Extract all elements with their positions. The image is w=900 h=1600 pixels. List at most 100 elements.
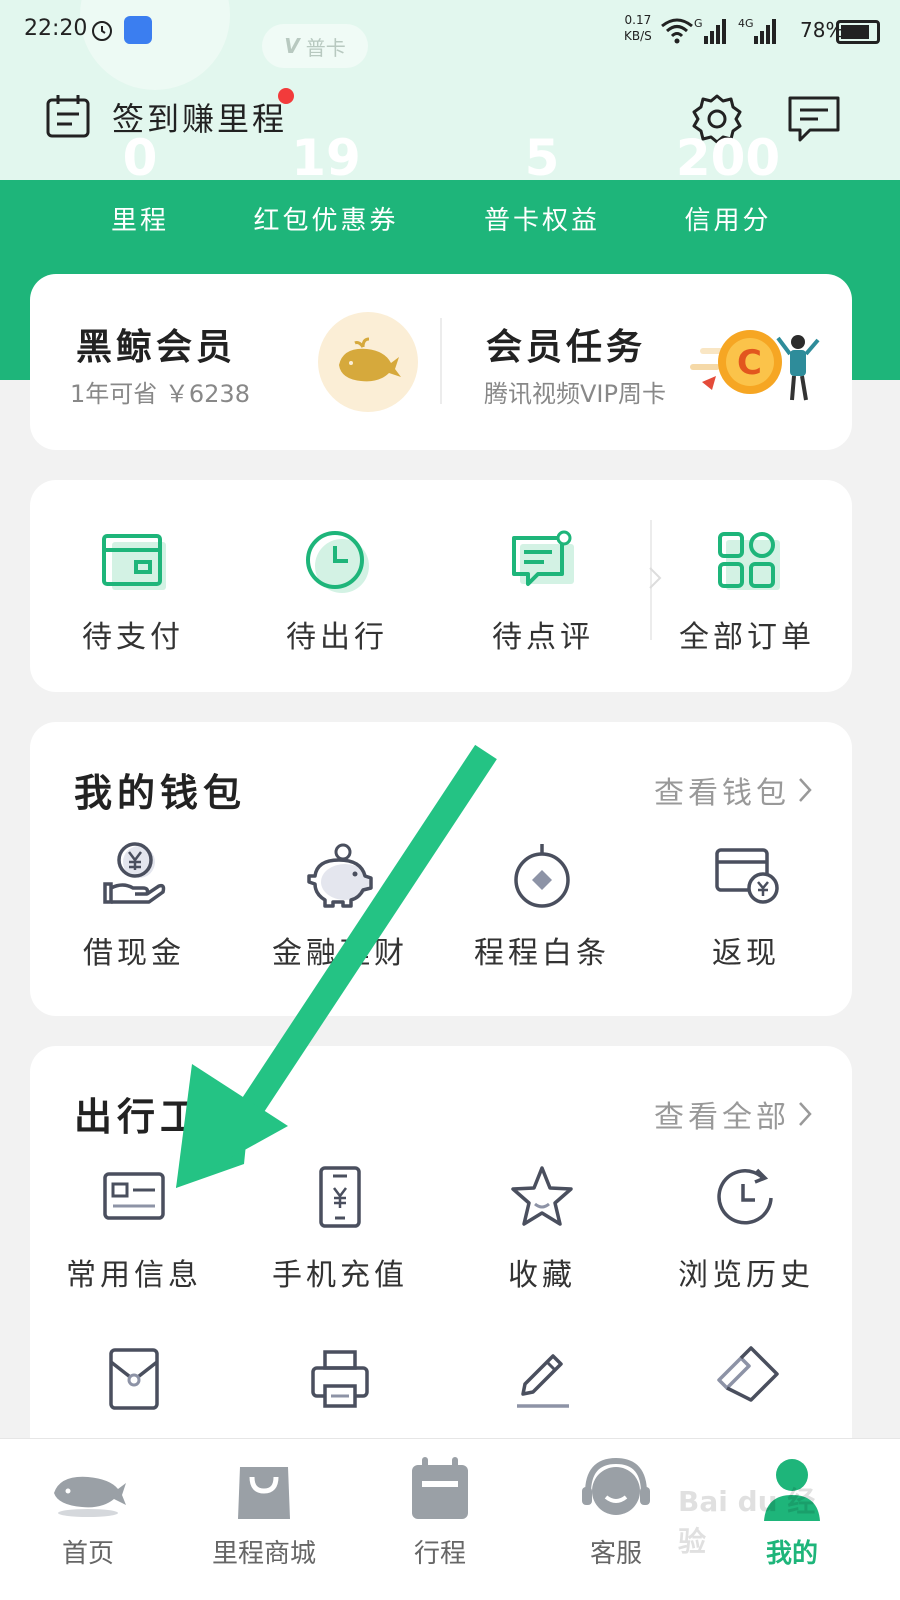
divider — [440, 318, 442, 404]
signal-icon: G — [694, 17, 726, 44]
tool-item-label: 常用信息 — [66, 1258, 202, 1293]
printer-icon — [311, 1350, 369, 1408]
battery-icon — [836, 20, 880, 44]
view-all-label: 查看全部 — [654, 1100, 790, 1135]
stat-value: 0 — [122, 129, 158, 187]
clock-icon — [306, 531, 369, 593]
order-label: 待支付 — [82, 620, 184, 655]
calendar-icon — [412, 1457, 468, 1519]
headset-icon — [582, 1457, 650, 1515]
wallet-item-label: 金融理财 — [272, 936, 408, 971]
stat-label: 红包优惠券 — [253, 206, 399, 236]
piggy-bank-icon — [307, 843, 373, 908]
order-pending-review[interactable]: 待点评 — [458, 530, 628, 656]
svg-text:C: C — [737, 343, 762, 383]
nav-itinerary[interactable]: 行程 — [352, 1449, 528, 1570]
wifi-icon — [661, 18, 693, 44]
stat-label: 信用分 — [684, 206, 772, 236]
wallet-item-cashback[interactable]: 返现 — [646, 842, 846, 972]
svg-text:4G: 4G — [738, 17, 754, 30]
order-label: 待出行 — [286, 620, 388, 655]
nav-label: 首页 — [61, 1539, 114, 1569]
id-card-icon — [103, 1172, 165, 1220]
tool-item-label: 手机充值 — [272, 1258, 408, 1293]
stat-label: 普卡权益 — [483, 206, 600, 236]
membership-card: 黑鲸会员 1年可省 ￥6238 会员任务 腾讯视频VIP周卡 C — [30, 274, 852, 450]
wallet-item-finance[interactable]: 金融理财 — [240, 842, 440, 972]
stat-value: 5 — [524, 129, 560, 187]
nav-mall[interactable]: 里程商城 — [176, 1449, 352, 1570]
pen-icon — [517, 1354, 569, 1408]
view-wallet-label: 查看钱包 — [654, 776, 790, 811]
view-all-tools-link[interactable]: 查看全部 — [654, 1092, 812, 1136]
chevron-right-icon — [799, 778, 812, 802]
view-wallet-link[interactable]: 查看钱包 — [654, 768, 812, 812]
order-label: 待点评 — [492, 620, 594, 655]
network-speed: 0.17 KB/S — [624, 12, 652, 44]
signal-4g-icon: 4G — [738, 17, 776, 44]
tool-item-history[interactable]: 浏览历史 — [646, 1164, 846, 1294]
order-label: 全部订单 — [679, 620, 815, 655]
tool-item-common-info[interactable]: 常用信息 — [34, 1164, 234, 1294]
tool-item-favorites[interactable]: 收藏 — [442, 1164, 642, 1294]
status-bar: 22:20 0.17 KB/S G 4G 78% — [0, 0, 900, 64]
grid-icon — [718, 532, 780, 590]
member-task-title[interactable]: 会员任务 — [486, 318, 646, 370]
comment-icon — [512, 530, 574, 586]
orders-card: 待支付 待出行 待点评 全部订单 — [30, 480, 852, 692]
notification-dot — [278, 88, 294, 104]
tool-item-phone-recharge[interactable]: 手机充值 — [240, 1164, 440, 1294]
vip-letter: V — [284, 34, 300, 58]
tools-title: 出行工具 — [74, 1095, 247, 1139]
status-time: 22:20 — [24, 16, 88, 41]
stat-value: 19 — [291, 129, 361, 187]
stat-value: 200 — [675, 129, 781, 187]
tool-item-label: 浏览历史 — [678, 1258, 814, 1293]
phone-recharge-icon — [319, 1166, 361, 1228]
chevron-right-icon — [799, 1102, 812, 1126]
stat-card-benefits[interactable]: 5 普卡权益 — [442, 130, 642, 237]
stat-label: 里程 — [110, 206, 169, 236]
network-speed-value: 0.17 — [624, 13, 652, 27]
baidu-watermark: Bai du 经验 — [678, 1485, 816, 1558]
nav-label: 行程 — [413, 1539, 466, 1569]
stat-coupons[interactable]: 19 红包优惠券 — [226, 130, 426, 237]
network-speed-unit: KB/S — [624, 29, 652, 43]
member-subtitle: 1年可省 ￥6238 — [70, 380, 250, 408]
stat-mileage[interactable]: 0 里程 — [40, 130, 240, 237]
tool-item-printer[interactable] — [240, 1346, 440, 1412]
whale-home-icon — [54, 1476, 126, 1517]
wallet-item-label: 程程白条 — [474, 936, 610, 971]
tool-item-label: 收藏 — [508, 1258, 576, 1293]
chevron-right-icon — [649, 567, 662, 589]
svg-text:G: G — [694, 17, 703, 30]
coin-illustration-icon[interactable]: C — [690, 314, 830, 414]
order-pending-trip[interactable]: 待出行 — [252, 530, 422, 656]
vip-level-label: 普卡 — [305, 35, 346, 60]
order-pending-payment[interactable]: 待支付 — [48, 530, 218, 656]
wallet-item-baitiao[interactable]: 程程白条 — [442, 842, 642, 972]
wallet-card-icon — [102, 534, 166, 590]
tool-item-pen[interactable] — [442, 1346, 642, 1412]
wallet-card: 我的钱包 查看钱包 借现金 金融理财 程程白条 返现 — [30, 722, 852, 1016]
whale-badge-icon[interactable] — [318, 312, 418, 412]
nav-home[interactable]: 首页 — [0, 1449, 176, 1570]
member-title[interactable]: 黑鲸会员 — [76, 318, 236, 370]
ticket-icon — [717, 1346, 779, 1402]
envelope-icon — [109, 1348, 159, 1410]
tool-item-ticket[interactable] — [646, 1346, 846, 1412]
cashback-card-icon — [715, 848, 779, 904]
member-task-subtitle: 腾讯视频VIP周卡 — [484, 380, 666, 408]
order-all[interactable]: 全部订单 — [662, 530, 832, 656]
tool-item-envelope[interactable] — [34, 1346, 234, 1412]
vip-level-badge[interactable]: V 普卡 — [262, 24, 368, 68]
nav-label: 里程商城 — [211, 1539, 316, 1569]
shield-icon — [124, 16, 152, 44]
credit-circle-icon — [514, 844, 570, 908]
wallet-item-label: 借现金 — [83, 936, 185, 971]
shopping-bag-icon — [238, 1467, 290, 1519]
wallet-item-label: 返现 — [712, 936, 780, 971]
cash-hand-icon — [103, 842, 166, 904]
wallet-item-borrow-cash[interactable]: 借现金 — [34, 842, 234, 972]
stat-credit-score[interactable]: 200 信用分 — [628, 130, 828, 237]
